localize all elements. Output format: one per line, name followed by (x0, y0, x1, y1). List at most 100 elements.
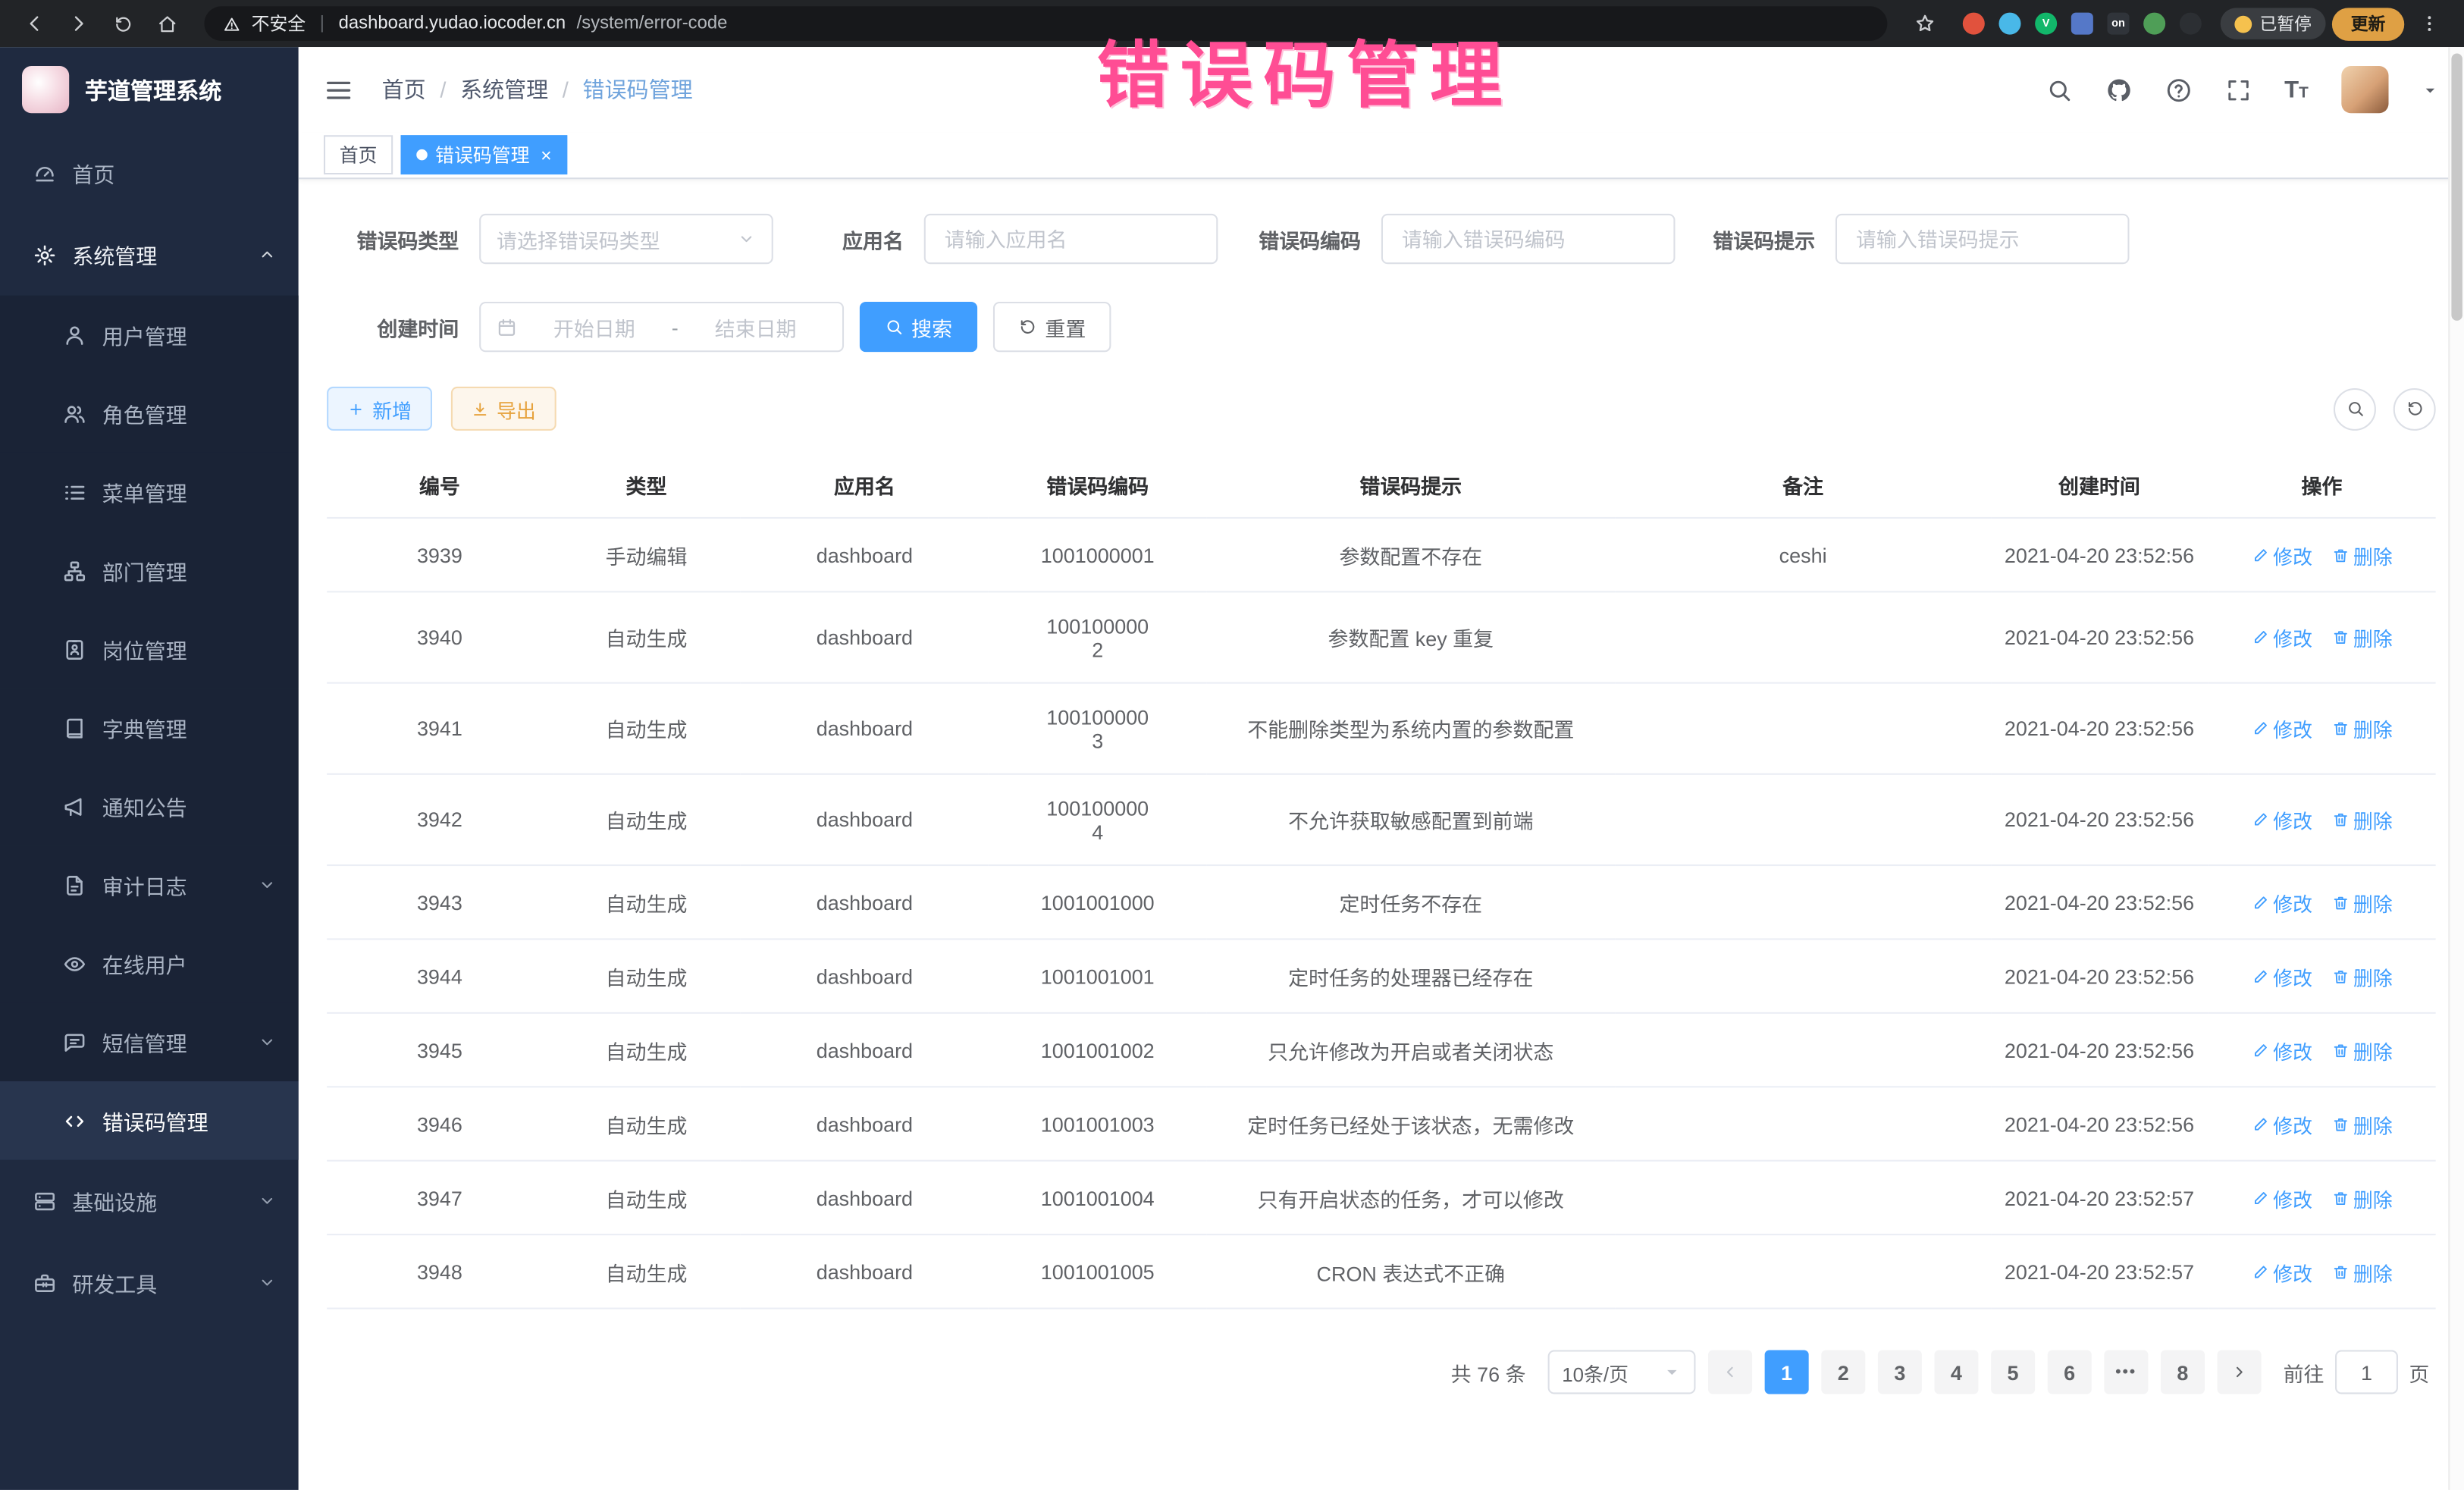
export-button[interactable]: 导出 (451, 387, 556, 431)
delete-link[interactable]: 删除 (2331, 1035, 2393, 1065)
delete-link[interactable]: 删除 (2331, 1109, 2393, 1138)
blue-extension-icon[interactable] (1998, 13, 2020, 35)
sidebar-item-dev-tools[interactable]: 研发工具 (0, 1241, 299, 1323)
toggle-search-button[interactable] (2334, 387, 2376, 430)
edit-link[interactable]: 修改 (2251, 714, 2312, 743)
user-avatar[interactable] (2341, 66, 2388, 113)
sidebar-item-menu-management[interactable]: 菜单管理 (0, 453, 299, 532)
sidebar-item-home[interactable]: 首页 (0, 132, 299, 214)
sidebar-item-user-management[interactable]: 用户管理 (0, 296, 299, 375)
refresh-table-button[interactable] (2393, 387, 2436, 430)
page-scrollbar[interactable] (2448, 47, 2464, 1490)
edit-link[interactable]: 修改 (2251, 961, 2312, 990)
page-button-5[interactable]: 5 (1991, 1350, 2035, 1394)
next-page-button[interactable] (2218, 1350, 2262, 1394)
update-button[interactable]: 更新 (2332, 7, 2404, 40)
breadcrumb-item[interactable]: 首页 (382, 74, 426, 105)
paused-badge[interactable]: 已暂停 (2221, 8, 2326, 39)
search-button[interactable]: 搜索 (860, 302, 977, 352)
sidebar-item-notice-announcement[interactable]: 通知公告 (0, 767, 299, 845)
reset-button[interactable]: 重置 (993, 302, 1111, 352)
edit-link[interactable]: 修改 (2251, 623, 2312, 652)
sidebar-item-dept-management[interactable]: 部门管理 (0, 532, 299, 610)
error-type-select[interactable]: 请选择错误码类型 (479, 214, 773, 264)
page-button-6[interactable]: 6 (2048, 1350, 2092, 1394)
tab-home[interactable]: 首页 (324, 135, 393, 174)
green-check-extension-icon[interactable]: V (2035, 13, 2057, 35)
sidebar-item-online-users[interactable]: 在线用户 (0, 924, 299, 1003)
total-count: 共 76 条 (1451, 1357, 1526, 1387)
kebab-menu-icon[interactable] (2411, 5, 2449, 42)
sidebar-item-sms-management[interactable]: 短信管理 (0, 1002, 299, 1081)
fullscreen-icon[interactable] (2224, 77, 2251, 103)
sidebar-item-dict-management[interactable]: 字典管理 (0, 689, 299, 767)
page-button-3[interactable]: 3 (1878, 1350, 1922, 1394)
delete-link[interactable]: 删除 (2331, 714, 2393, 743)
calendar-icon (497, 317, 517, 337)
sidebar-item-audit-log[interactable]: 审计日志 (0, 845, 299, 924)
page-size-select[interactable]: 10条/页 (1548, 1350, 1696, 1394)
error-code-input[interactable] (1381, 214, 1676, 264)
edit-link[interactable]: 修改 (2251, 1183, 2312, 1212)
book-icon (63, 716, 86, 739)
search-icon[interactable] (2045, 77, 2072, 103)
sidebar-item-system-management[interactable]: 系统管理 (0, 214, 299, 296)
password-extension-icon[interactable]: on (2107, 13, 2129, 35)
cell-id: 3943 (327, 865, 553, 939)
edit-link[interactable]: 修改 (2251, 540, 2312, 569)
add-button[interactable]: 新增 (327, 387, 432, 431)
leaf-extension-icon[interactable] (2143, 13, 2165, 35)
reload-icon (112, 14, 133, 34)
date-range-picker[interactable]: 开始日期 - 结束日期 (479, 302, 844, 352)
delete-link[interactable]: 删除 (2331, 1183, 2393, 1212)
page-button-4[interactable]: 4 (1934, 1350, 1978, 1394)
error-hint-input[interactable] (1835, 214, 2130, 264)
breadcrumb-item[interactable]: 系统管理 (460, 74, 548, 105)
sidebar-item-infrastructure[interactable]: 基础设施 (0, 1160, 299, 1242)
forward-button[interactable] (60, 5, 98, 42)
close-icon[interactable]: × (541, 144, 552, 166)
cell-operations: 修改删除 (2208, 1087, 2435, 1160)
caret-down-icon[interactable] (2422, 81, 2439, 99)
delete-link[interactable]: 删除 (2331, 623, 2393, 652)
app-logo[interactable]: 芋道管理系统 (0, 47, 299, 132)
page-button-8[interactable]: 8 (2161, 1350, 2205, 1394)
more-pages-button[interactable]: ••• (2104, 1350, 2148, 1394)
red-extension-icon[interactable] (1963, 13, 1985, 35)
address-bar[interactable]: 不安全 | dashboard.yudao.iocoder.cn/system/… (204, 6, 1887, 41)
cell-remark (1616, 1087, 1991, 1160)
page-button-2[interactable]: 2 (1821, 1350, 1865, 1394)
delete-link[interactable]: 删除 (2331, 805, 2393, 834)
tab-error-code[interactable]: 错误码管理× (401, 135, 568, 174)
breadcrumb-item[interactable]: 错误码管理 (583, 74, 693, 105)
paw-extension-icon[interactable] (2180, 13, 2202, 35)
delete-link[interactable]: 删除 (2331, 887, 2393, 917)
hamburger-icon[interactable] (324, 74, 353, 104)
delete-link[interactable]: 删除 (2331, 540, 2393, 569)
sidebar-item-role-management[interactable]: 角色管理 (0, 374, 299, 453)
grid-extension-icon[interactable] (2071, 13, 2093, 35)
edit-link[interactable]: 修改 (2251, 1109, 2312, 1138)
sidebar-item-post-management[interactable]: 岗位管理 (0, 610, 299, 689)
cell-type: 自动生成 (553, 1234, 741, 1308)
delete-link[interactable]: 删除 (2331, 961, 2393, 990)
cell-id: 3940 (327, 591, 553, 682)
app-name-input[interactable] (924, 214, 1218, 264)
prev-page-button[interactable] (1708, 1350, 1752, 1394)
reload-button[interactable] (104, 5, 142, 42)
scrollbar-thumb[interactable] (2451, 53, 2462, 320)
goto-page-input[interactable] (2335, 1350, 2398, 1394)
edit-link[interactable]: 修改 (2251, 805, 2312, 834)
back-button[interactable] (16, 5, 54, 42)
help-icon[interactable] (2165, 77, 2192, 103)
sidebar-item-error-code-management[interactable]: 错误码管理 (0, 1081, 299, 1160)
edit-link[interactable]: 修改 (2251, 1256, 2312, 1286)
page-button-1[interactable]: 1 (1765, 1350, 1809, 1394)
edit-link[interactable]: 修改 (2251, 887, 2312, 917)
bookmark-star-icon[interactable] (1906, 5, 1944, 42)
delete-link[interactable]: 删除 (2331, 1256, 2393, 1286)
home-button[interactable] (148, 5, 186, 42)
edit-link[interactable]: 修改 (2251, 1035, 2312, 1065)
font-size-icon[interactable]: TT (2284, 78, 2309, 102)
github-icon[interactable] (2105, 77, 2132, 103)
